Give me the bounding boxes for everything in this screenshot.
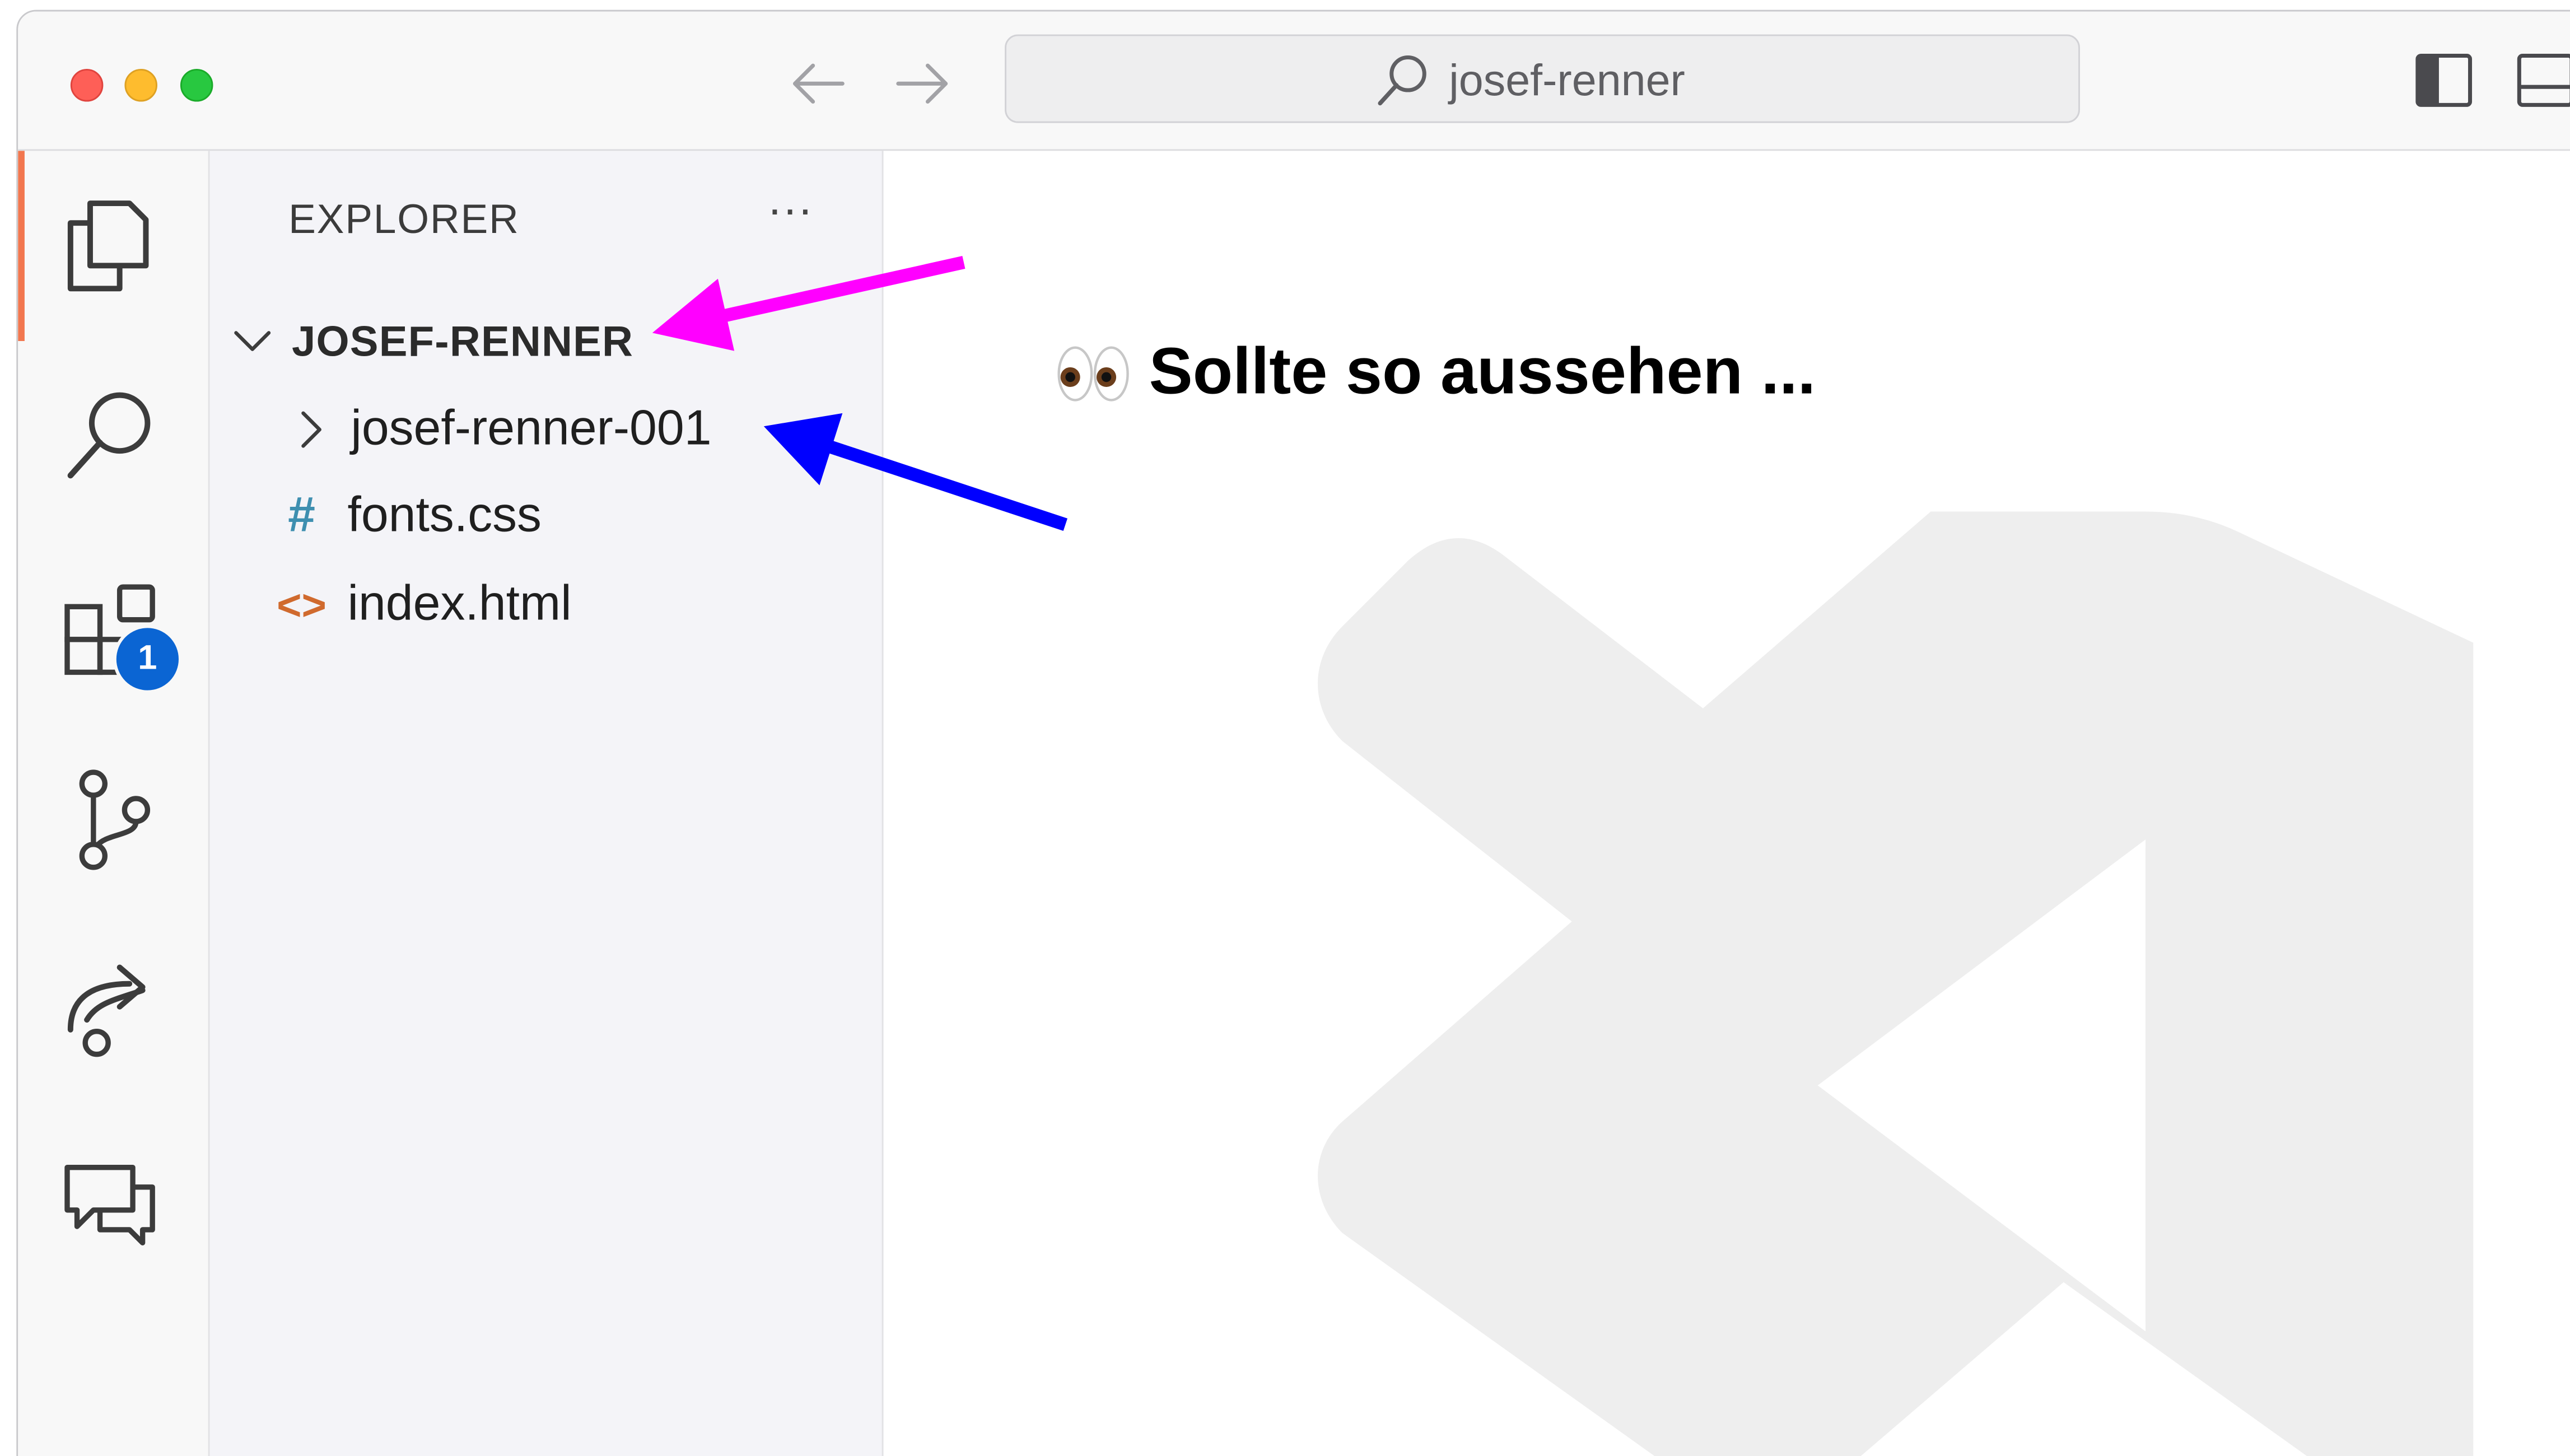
extensions-badge: 1	[113, 624, 182, 694]
editor-area: Sollte so aussehen ...	[883, 151, 2570, 1456]
vscode-logo-watermark-icon	[1318, 511, 2474, 1456]
workspace-root[interactable]: JOSEF-RENNER	[223, 305, 633, 377]
close-window-button[interactable]	[70, 68, 104, 102]
toggle-panel-icon[interactable]	[2516, 51, 2570, 110]
arrow-left-icon	[792, 63, 845, 104]
comments-icon[interactable]	[57, 1145, 165, 1253]
chevron-right-icon	[282, 400, 341, 459]
files-icon[interactable]	[57, 190, 165, 298]
remote-explorer-icon[interactable]	[57, 954, 165, 1062]
sidebar-title: EXPLORER	[288, 197, 520, 243]
search-icon	[1378, 55, 1426, 106]
more-actions-button[interactable]: ···	[757, 186, 823, 253]
search-text: josef-renner	[1449, 55, 1685, 105]
title-bar: josef-renner	[18, 11, 2570, 151]
html-file-icon: <>	[277, 580, 327, 629]
search-icon[interactable]	[57, 380, 165, 488]
workspace-root-label: JOSEF-RENNER	[291, 315, 634, 365]
toggle-primary-sidebar-icon[interactable]	[2414, 51, 2473, 110]
css-file-icon: #	[288, 488, 315, 543]
tree-item-file[interactable]: <> index.html	[272, 569, 572, 641]
explorer-sidebar: EXPLORER ··· JOSEF-RENNER josef-renner-0…	[209, 151, 884, 1456]
go-forward-button[interactable]	[890, 54, 955, 113]
command-center-search[interactable]: josef-renner	[1005, 34, 2080, 123]
vscode-window: josef-renner 1 EXPLORER ··· JOSEF-RENNER…	[16, 10, 2570, 1456]
chevron-down-icon	[223, 311, 282, 370]
arrow-right-icon	[896, 63, 948, 104]
zoom-window-button[interactable]	[180, 68, 213, 102]
go-back-button[interactable]	[785, 54, 851, 113]
minimize-window-button[interactable]	[124, 68, 157, 102]
tree-item-folder[interactable]: josef-renner-001	[282, 394, 712, 466]
annotation-note: Sollte so aussehen ...	[1057, 336, 1816, 410]
source-control-icon[interactable]	[57, 764, 165, 872]
activity-bar: 1	[18, 151, 210, 1456]
eyes-icon	[1057, 343, 1133, 402]
active-view-indicator	[18, 151, 25, 342]
screenshot: josef-renner 1 EXPLORER ··· JOSEF-RENNER…	[0, 0, 2570, 1456]
tree-item-label: josef-renner-001	[351, 402, 712, 456]
tree-item-label: index.html	[347, 577, 572, 632]
annotation-text: Sollte so aussehen ...	[1149, 336, 1816, 409]
tree-item-label: fonts.css	[347, 488, 542, 543]
tree-item-file[interactable]: # fonts.css	[272, 480, 542, 553]
